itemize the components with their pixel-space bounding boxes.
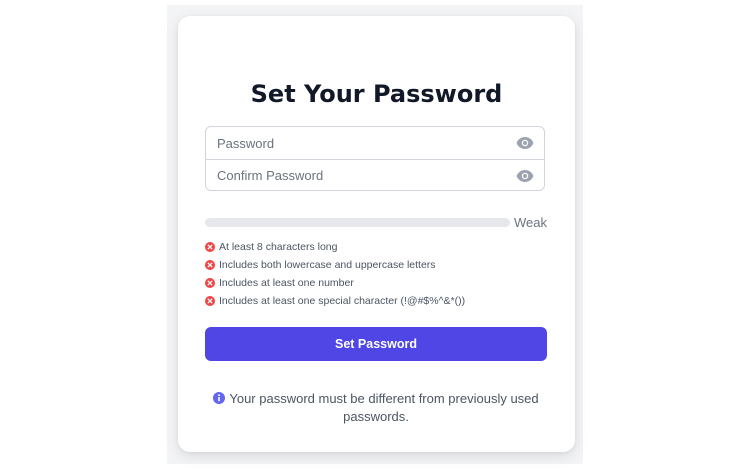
x-circle-icon bbox=[205, 242, 215, 252]
info-icon bbox=[213, 392, 226, 404]
password-note: Your password must be different from pre… bbox=[208, 390, 544, 426]
x-circle-icon bbox=[205, 278, 215, 288]
x-circle-icon bbox=[205, 296, 215, 306]
requirement-text: Includes at least one number bbox=[219, 277, 354, 289]
strength-bar-track bbox=[205, 218, 510, 227]
requirement-text: Includes both lowercase and uppercase le… bbox=[219, 259, 436, 271]
password-field-row bbox=[206, 127, 544, 159]
requirement-text: Includes at least one special character … bbox=[219, 295, 466, 307]
strength-label: Weak bbox=[514, 215, 547, 230]
x-circle-icon bbox=[205, 260, 215, 270]
confirm-password-input[interactable] bbox=[206, 160, 544, 190]
eye-icon[interactable] bbox=[516, 169, 534, 183]
requirement-item: Includes at least one special character … bbox=[205, 292, 465, 310]
password-card: Set Your Password Weak At least 8 charac… bbox=[178, 16, 575, 452]
password-input[interactable] bbox=[206, 127, 544, 159]
requirement-item: At least 8 characters long bbox=[205, 238, 465, 256]
password-strength-meter: Weak bbox=[205, 214, 548, 232]
confirm-password-field-row bbox=[206, 159, 544, 190]
password-field-group bbox=[205, 126, 545, 191]
eye-icon[interactable] bbox=[516, 136, 534, 150]
requirement-item: Includes both lowercase and uppercase le… bbox=[205, 256, 465, 274]
requirement-item: Includes at least one number bbox=[205, 274, 465, 292]
requirements-list: At least 8 characters long Includes both… bbox=[205, 238, 465, 310]
page-title: Set Your Password bbox=[250, 80, 503, 108]
requirement-text: At least 8 characters long bbox=[219, 241, 338, 253]
note-text: Your password must be different from pre… bbox=[229, 391, 539, 424]
set-password-button[interactable]: Set Password bbox=[205, 327, 547, 361]
